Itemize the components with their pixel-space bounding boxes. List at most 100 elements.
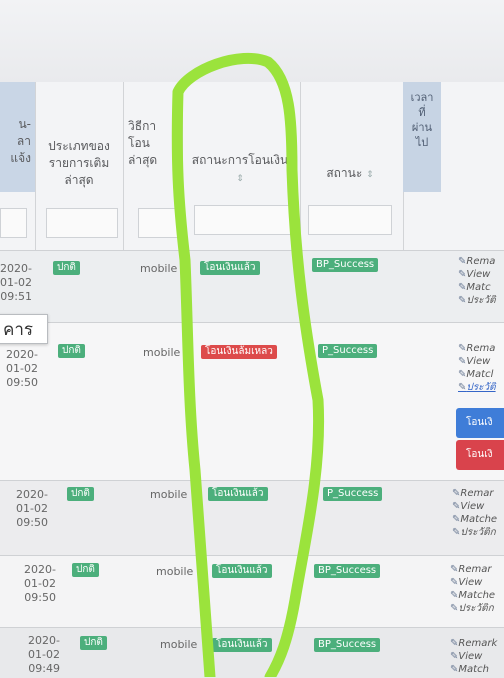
match-link[interactable]: ✎Matche bbox=[450, 589, 495, 602]
history-label: ประวัติ bbox=[466, 382, 496, 393]
header-elapsed-line: ไป bbox=[415, 136, 429, 149]
tooltip-text: คาร bbox=[3, 320, 34, 340]
remark-link[interactable]: ✎Remar bbox=[450, 563, 495, 576]
match-link[interactable]: ✎Match bbox=[450, 663, 497, 676]
remark-link[interactable]: ✎Rema bbox=[458, 255, 496, 268]
view-label: View bbox=[466, 356, 491, 367]
remark-link[interactable]: ✎Remark bbox=[450, 637, 497, 650]
row-actions: ✎Remark ✎View ✎Match bbox=[450, 637, 497, 676]
date-line: 09:50 bbox=[24, 591, 56, 604]
filter-input[interactable] bbox=[308, 205, 392, 235]
topup-type-badge: ปกติ bbox=[58, 344, 85, 358]
match-label: Matche bbox=[460, 514, 498, 525]
transfer-status-badge: โอนเงินแล้ว bbox=[200, 261, 260, 275]
header-approve-line: น- bbox=[18, 117, 31, 131]
status-badge: BP_Success bbox=[314, 638, 381, 652]
transfer-status-badge: โอนเงินล้มเหลว bbox=[201, 345, 277, 359]
sort-icon[interactable]: ⇕ bbox=[236, 174, 244, 184]
tooltip-popup: คาร bbox=[0, 314, 48, 344]
header-elapsed-line: เวลา bbox=[410, 91, 434, 104]
remark-link[interactable]: ✎Remar bbox=[452, 487, 497, 500]
sort-icon[interactable]: ⇕ bbox=[366, 170, 374, 180]
transfer-status-badge: โอนเงินแล้ว bbox=[212, 638, 272, 652]
view-label: View bbox=[458, 651, 483, 662]
top-bar bbox=[0, 0, 504, 83]
filter-input[interactable] bbox=[138, 208, 178, 238]
view-link[interactable]: ✎View bbox=[458, 268, 496, 281]
remark-link[interactable]: ✎Rema bbox=[458, 342, 496, 355]
header-elapsed-line: ผ่าน bbox=[411, 121, 433, 134]
date-line: 09:50 bbox=[16, 516, 48, 529]
transfer-status-badge: โอนเงินแล้ว bbox=[208, 487, 268, 501]
remark-label: Remar bbox=[458, 564, 492, 575]
view-link[interactable]: ✎View bbox=[450, 650, 497, 663]
match-link[interactable]: ✎Matc bbox=[458, 281, 496, 294]
match-label: Match bbox=[458, 664, 489, 675]
view-link[interactable]: ✎View bbox=[458, 355, 496, 368]
history-link[interactable]: ✎ประวัติก bbox=[450, 602, 495, 615]
date-line: 2020- bbox=[24, 563, 56, 576]
filter-input[interactable] bbox=[46, 208, 118, 238]
filter-input[interactable] bbox=[194, 205, 292, 235]
date-line: 2020- bbox=[28, 634, 60, 647]
match-label: Matcl bbox=[466, 369, 494, 380]
match-label: Matche bbox=[458, 590, 496, 601]
remark-label: Remark bbox=[458, 638, 498, 649]
history-link[interactable]: ✎ประวัติ bbox=[458, 381, 496, 394]
status-badge: P_Success bbox=[318, 344, 378, 358]
date-line: 01-02 bbox=[16, 502, 48, 515]
date-line: 2020- bbox=[16, 488, 48, 501]
header-approve-line: ลา bbox=[16, 134, 31, 148]
header-transfer-status[interactable]: สถานะการโอนเงิน ⇕ bbox=[190, 152, 290, 188]
view-link[interactable]: ✎View bbox=[452, 500, 497, 513]
row-date: 2020- 01-02 09:50 bbox=[0, 563, 56, 605]
row-actions: ✎Rema ✎View ✎Matc ✎ประวัติ bbox=[458, 255, 496, 307]
header-status-label: สถานะ bbox=[326, 166, 363, 180]
header-method-line: ล่าสุด bbox=[128, 153, 158, 167]
transfer-method: mobile bbox=[156, 565, 194, 578]
view-label: View bbox=[460, 501, 485, 512]
view-label: View bbox=[458, 577, 483, 588]
match-link[interactable]: ✎Matcl bbox=[458, 368, 496, 381]
match-link[interactable]: ✎Matche bbox=[452, 513, 497, 526]
date-line: 2020- bbox=[0, 262, 32, 275]
topup-type-badge: ปกติ bbox=[72, 563, 99, 577]
view-link[interactable]: ✎View bbox=[450, 576, 495, 589]
header-elapsed-time[interactable]: เวลา ที่ ผ่าน ไป bbox=[403, 82, 441, 192]
header-last-topup-type[interactable]: ประเภทของรายการเติมล่าสุด bbox=[40, 138, 118, 189]
match-label: Matc bbox=[466, 282, 491, 293]
topup-type-badge: ปกติ bbox=[67, 487, 94, 501]
header-last-transfer-method[interactable]: วิธีกา โอน ล่าสุด bbox=[128, 118, 178, 169]
row-actions: ✎Rema ✎View ✎Matcl ✎ประวัติ bbox=[458, 342, 496, 394]
topup-type-badge: ปกติ bbox=[80, 636, 107, 650]
remark-label: Rema bbox=[466, 256, 496, 267]
date-line: 01-02 bbox=[28, 648, 60, 661]
header-method-line: โอน bbox=[128, 136, 150, 150]
history-label: ประวัติก bbox=[460, 527, 496, 538]
view-label: View bbox=[466, 269, 491, 280]
row-date: 2020- 01-02 09:51 bbox=[0, 262, 32, 304]
history-label: ประวัติก bbox=[458, 603, 494, 614]
date-line: 09:51 bbox=[0, 290, 32, 303]
status-badge: BP_Success bbox=[314, 564, 381, 578]
transfer-cancel-button[interactable]: โอนเงิ bbox=[456, 440, 504, 470]
topup-type-badge: ปกติ bbox=[53, 261, 80, 275]
row-actions: ✎Remar ✎View ✎Matche ✎ประวัติก bbox=[452, 487, 497, 539]
header-approve[interactable]: น- ลา แจ้ง bbox=[0, 82, 35, 192]
date-line: 01-02 bbox=[0, 276, 32, 289]
transfer-method: mobile bbox=[140, 262, 178, 275]
header-method-line: วิธีกา bbox=[128, 119, 157, 133]
history-link[interactable]: ✎ประวัติ bbox=[458, 294, 496, 307]
remark-label: Rema bbox=[466, 343, 496, 354]
remark-label: Remar bbox=[460, 488, 494, 499]
header-approve-line: แจ้ง bbox=[10, 151, 31, 165]
history-link[interactable]: ✎ประวัติก bbox=[452, 526, 497, 539]
header-status[interactable]: สถานะ ⇕ bbox=[310, 165, 390, 184]
transfer-button[interactable]: โอนเงิ bbox=[456, 408, 504, 438]
date-line: 09:50 bbox=[6, 376, 38, 389]
table-row[interactable] bbox=[0, 627, 504, 678]
header-elapsed-line: ที่ bbox=[418, 106, 426, 119]
transfer-method: mobile bbox=[150, 488, 188, 501]
row-date: 2020- 01-02 09:50 bbox=[0, 348, 38, 390]
filter-input[interactable] bbox=[0, 208, 27, 238]
